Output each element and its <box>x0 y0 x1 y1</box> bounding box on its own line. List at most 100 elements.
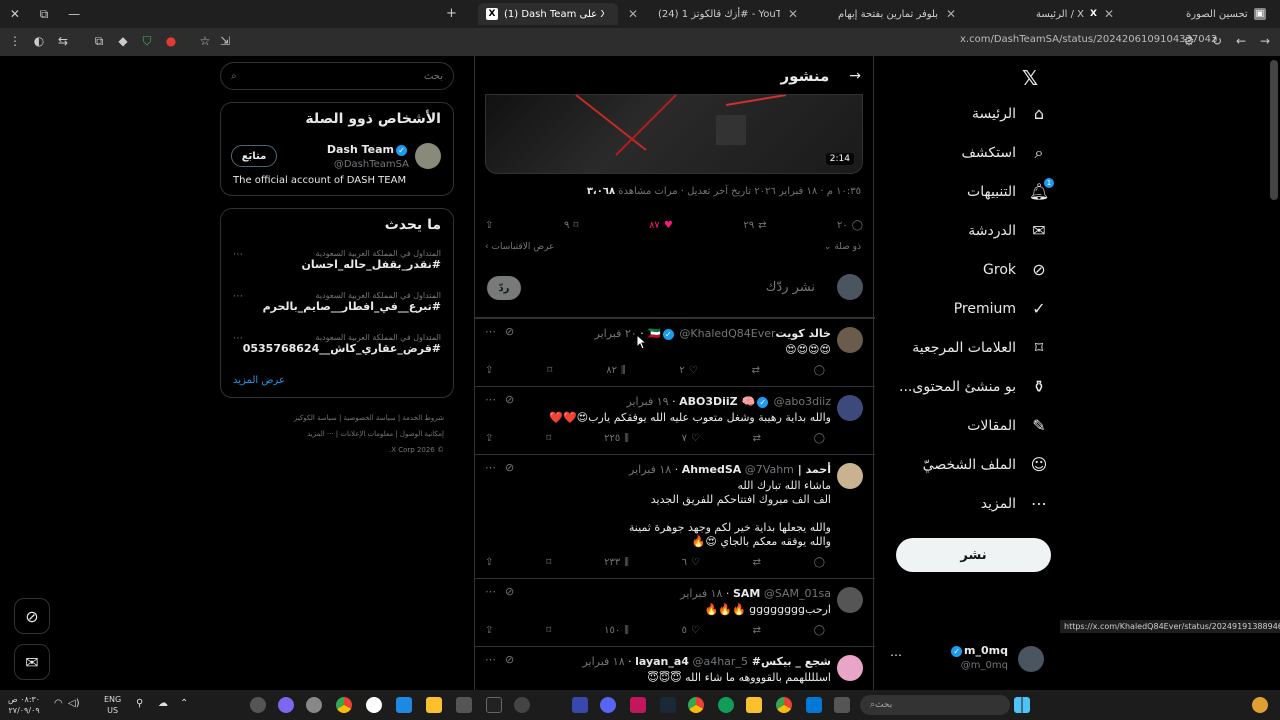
store-icon[interactable] <box>806 697 822 713</box>
tab-sweater[interactable]: بلوفر تمارين بفتحة إبهام ▢ <box>830 3 940 25</box>
folder-icon[interactable] <box>746 697 762 713</box>
nav-item-creator[interactable]: ...بو منشئ المحتوى ⚱ <box>899 377 1050 396</box>
language-indicator[interactable]: ENG US <box>104 694 121 716</box>
grok-icon[interactable]: ⊘ <box>505 325 514 338</box>
extensions-puzzle-icon[interactable]: ⧉ <box>92 34 106 48</box>
windows-start-icon[interactable] <box>1014 697 1030 713</box>
share-button[interactable]: ⇪ <box>485 220 493 231</box>
menu-dots-icon[interactable]: ⋮ <box>8 34 22 48</box>
reply-icon[interactable]: ◯ <box>814 365 825 376</box>
nav-item-articles[interactable]: المقالات ✎ <box>967 416 1050 435</box>
more-dots-icon[interactable]: ⋯ <box>485 653 496 666</box>
more-dots-icon[interactable]: ⋯ <box>233 249 243 260</box>
app-icon[interactable] <box>306 697 322 713</box>
close-window-icon[interactable]: ✕ <box>10 7 20 22</box>
shield-icon[interactable]: ● <box>164 34 178 48</box>
volume-icon[interactable]: ◁) <box>68 698 80 709</box>
like-button[interactable]: ♡ ٢ <box>679 365 697 376</box>
grok-icon[interactable]: ⊘ <box>505 461 514 474</box>
reply-button[interactable]: ◯ ٢٠ <box>837 220 863 231</box>
app-icon[interactable] <box>834 697 850 713</box>
reply-input[interactable]: نشر ردّك <box>555 280 815 295</box>
nav-item-explore[interactable]: استكشف ⌕ <box>961 143 1050 163</box>
search-input[interactable]: بحث ⌕ <box>220 62 454 90</box>
reply-submit-button[interactable]: ردّ <box>487 276 521 300</box>
url-field[interactable]: x.com/DashTeamSA/status/2024206109104337… <box>960 34 1217 45</box>
maximize-window-icon[interactable]: ⧉ <box>40 7 49 22</box>
bookmark-icon[interactable]: ⌑ <box>546 557 551 568</box>
like-button[interactable]: ♥ ٨٧ <box>649 220 673 231</box>
related-sort[interactable]: ذو صلة ⌄ <box>824 242 861 252</box>
reply-icon[interactable]: ◯ <box>814 557 825 568</box>
more-dots-icon[interactable]: ⋯ <box>485 393 496 406</box>
extension-icon[interactable]: ◐ <box>32 34 46 48</box>
extension-icon[interactable]: ◆ <box>116 34 130 48</box>
back-icon[interactable]: ← <box>1234 34 1248 48</box>
views-stat[interactable]: ⫼ ٢٣٣ <box>604 557 629 568</box>
retweet-button[interactable]: ⇄ ٢٩ <box>743 220 766 231</box>
nav-item-grok[interactable]: Grok ⊘ <box>983 260 1050 279</box>
more-dots-icon[interactable]: ⋯ <box>485 585 496 598</box>
views-stat[interactable]: ⫼ ٨٢ <box>606 365 625 376</box>
app-icon[interactable] <box>456 697 472 713</box>
app-icon[interactable] <box>630 697 646 713</box>
app-icon[interactable] <box>572 697 588 713</box>
like-button[interactable]: ♡ ٥ <box>682 625 700 636</box>
share-icon[interactable]: ⇪ <box>485 557 493 568</box>
nav-item-premium[interactable]: Premium ✓ <box>954 299 1050 318</box>
app-icon[interactable] <box>278 697 294 713</box>
forward-icon[interactable]: → <box>1258 34 1272 48</box>
taskbar-search[interactable]: بحث ⌕ <box>860 695 1010 715</box>
grok-icon[interactable]: ⊘ <box>505 585 514 598</box>
app-icon[interactable] <box>250 697 266 713</box>
close-tab-icon[interactable]: ✕ <box>1104 7 1114 21</box>
close-tab-icon[interactable]: ✕ <box>628 7 638 21</box>
trend-item[interactable]: المتداول في المملكة العربية السعودية #نقد… <box>241 249 441 271</box>
reply-tweet[interactable]: خالد كويت🇰🇼✓ @KhaledQ84Ever · ٢٠ فبراير … <box>475 318 875 384</box>
chrome-icon[interactable] <box>776 697 792 713</box>
nav-item-more[interactable]: المزيد ⋯ <box>981 494 1050 513</box>
grok-icon[interactable]: ⊘ <box>505 393 514 406</box>
show-more-link[interactable]: عرض المزيد <box>233 375 285 386</box>
close-tab-icon[interactable]: ✕ <box>946 7 956 21</box>
site-settings-icon[interactable]: ⚙ <box>1182 34 1196 48</box>
app-icon[interactable] <box>396 697 412 713</box>
nav-item-chat[interactable]: الدردشة ✉ <box>968 221 1050 240</box>
reply-icon[interactable]: ◯ <box>814 625 825 636</box>
chevron-up-icon[interactable]: ⌃ <box>180 698 188 709</box>
shield-icon[interactable]: ⛉ <box>140 34 154 48</box>
app-icon[interactable] <box>514 697 530 713</box>
person-name[interactable]: Dash Team ✓ <box>327 143 409 156</box>
tab-x-home[interactable]: الرئيسة / X X <box>1028 3 1098 25</box>
clock[interactable]: ٠٨:٣٠ ص ٢٧/٠٩/٠٩ <box>8 694 40 716</box>
retweet-icon[interactable]: ⇄ <box>753 433 761 444</box>
app-icon[interactable] <box>426 697 442 713</box>
tab-youtube[interactable]: (24) أزك قالكوتز 1# - YouTube ▶ <box>650 3 780 25</box>
star-icon[interactable]: ☆ <box>198 34 212 48</box>
reply-tweet[interactable]: ABO3DiiZ 🧠 ✓ @abo3diiz · ١٩ فبراير والله … <box>475 386 875 452</box>
wifi-icon[interactable]: ◠ <box>54 698 63 709</box>
x-logo-icon[interactable]: 𝕏 <box>1022 66 1038 90</box>
more-dots-icon[interactable]: ⋯ <box>233 291 243 302</box>
extension-icon[interactable]: ⇆ <box>56 34 70 48</box>
more-dots-icon[interactable]: ⋯ <box>233 333 243 344</box>
nav-item-bookmarks[interactable]: العلامات المرجعية ⌑ <box>912 338 1050 357</box>
discord-icon[interactable] <box>600 697 616 713</box>
grok-float-button[interactable]: ⊘ <box>14 598 50 634</box>
reply-tweet[interactable]: SAM @SAM_01sa · ١٨ فبراير ارحبgggggggg 🔥… <box>475 578 875 644</box>
retweet-icon[interactable]: ⇄ <box>753 625 761 636</box>
reply-tweet[interactable]: أحمد | AhmedSA @7Vahm · ١٨ فبراير ماشاء … <box>475 454 875 576</box>
bookmark-button[interactable]: ⌑ ٩ <box>564 220 579 231</box>
reply-icon[interactable]: ◯ <box>814 433 825 444</box>
minimize-window-icon[interactable]: — <box>68 7 80 22</box>
mic-icon[interactable]: ⚲ <box>136 698 143 709</box>
chrome-icon[interactable] <box>336 697 352 713</box>
nav-item-notifications[interactable]: التنبيهات 🔔︎ 1 <box>967 178 1054 201</box>
close-tab-icon[interactable]: ✕ <box>788 7 798 21</box>
app-icon[interactable] <box>486 697 502 713</box>
edge-icon[interactable] <box>718 697 734 713</box>
bookmark-icon[interactable]: ⌑ <box>547 365 552 376</box>
trend-item[interactable]: المتداول في المملكة العربية السعودية #تبر… <box>241 291 441 313</box>
retweet-icon[interactable]: ⇄ <box>752 365 760 376</box>
tab-image-enhance[interactable]: تحسين الصورة ▣ <box>1178 3 1278 25</box>
